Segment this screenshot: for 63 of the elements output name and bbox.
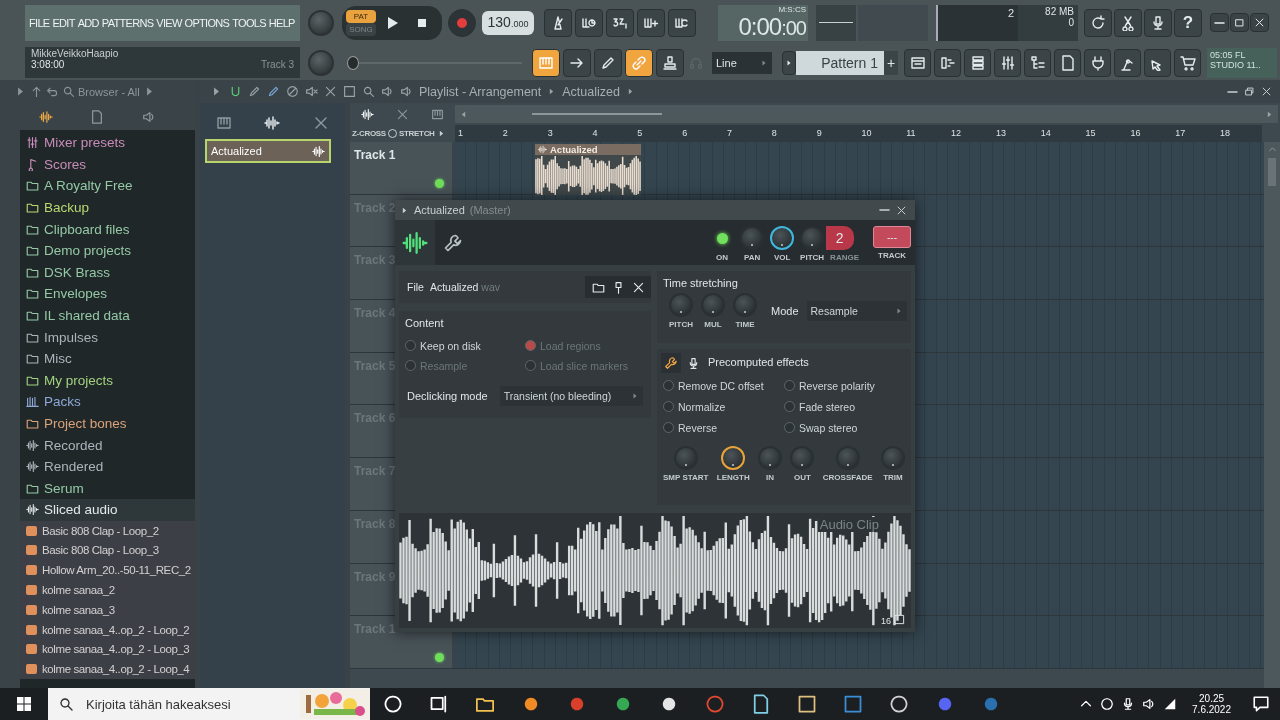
bar-number: 6: [681, 127, 689, 140]
clock-time: 20.25: [1199, 693, 1225, 704]
bar-number: 7: [725, 127, 733, 140]
news-title: 05:05 FL: [1210, 49, 1247, 60]
picker-item-label: Actualized: [211, 145, 262, 157]
knob-label: CROSSFADE: [822, 473, 873, 482]
time-format-label: M:S:CS: [778, 4, 806, 14]
window-subtitle: (Master): [469, 204, 511, 216]
bar-number: 3: [546, 127, 554, 140]
knob-label: PAN: [743, 253, 761, 262]
knob-label: SMP START: [663, 473, 709, 482]
knob-label: OUT: [794, 473, 811, 482]
cpu-value: 2: [1007, 6, 1014, 21]
bar-number: 4: [591, 127, 599, 140]
clip-type-label: Audio Clip: [817, 517, 881, 532]
bar-number: 2: [501, 127, 509, 140]
window-title: Actualized: [414, 204, 465, 216]
memory-value: 82 MB: [1045, 5, 1074, 17]
news-subtitle: STUDIO 11..: [1210, 59, 1262, 70]
knob-label: MUL: [704, 320, 722, 329]
z-cross-label: Z-CROSS: [352, 129, 386, 138]
time-display: 0:00:00: [738, 13, 806, 41]
knob-label: IN: [766, 473, 775, 482]
track-name: Track 1: [354, 148, 396, 162]
bar-number: 18: [1219, 127, 1232, 140]
file-name: Actualized wav: [429, 281, 500, 293]
knob-label: TIME: [735, 320, 755, 329]
knob-label: LENGTH: [716, 473, 750, 482]
mode-label: Mode: [771, 305, 799, 317]
polyphony-value: 0: [1068, 16, 1074, 28]
song-time: 3:08:00: [31, 59, 65, 70]
knob-label: TRACK: [878, 251, 906, 260]
playlist-title: Playlist - Arrangement: [419, 84, 542, 99]
knob-label: PITCH: [669, 320, 693, 329]
declicking-label: Declicking mode: [407, 390, 488, 402]
bar-number: 10: [860, 127, 873, 140]
bar-number: 12: [950, 127, 963, 140]
zoom-level: 16: [881, 616, 891, 626]
section-title: Content: [404, 316, 445, 331]
file-label: File: [407, 281, 424, 293]
bar-number: 11: [905, 127, 917, 140]
bar-number: 14: [1039, 127, 1052, 140]
bar-number: 5: [636, 127, 644, 140]
bar-number: 8: [770, 127, 778, 140]
hint-title: MikkeVeikkoHaapio: [31, 48, 120, 59]
bar-number: 13: [994, 127, 1007, 140]
knob-label: PITCH: [800, 253, 825, 262]
browser-title: Browser - All: [78, 85, 140, 98]
knob-label: RANGE: [830, 253, 859, 262]
stretch-label: STRETCH: [398, 129, 435, 138]
section-title: Time stretching: [662, 276, 739, 291]
clock-date: 7.6.2022: [1192, 704, 1231, 715]
clip-title: Actualized: [550, 144, 598, 155]
bar-number: 9: [815, 127, 823, 140]
bar-number: 15: [1084, 127, 1097, 140]
knob-label: TRIM: [883, 473, 903, 482]
bar-number: 1: [457, 127, 464, 140]
knob-label: ON: [716, 253, 729, 262]
bar-number: 16: [1129, 127, 1142, 140]
section-title: Precomputed effects: [707, 355, 810, 370]
knob-label: VOL: [773, 253, 791, 262]
bar-number: 17: [1174, 127, 1187, 140]
hint-track-name: Track 3: [261, 59, 294, 70]
